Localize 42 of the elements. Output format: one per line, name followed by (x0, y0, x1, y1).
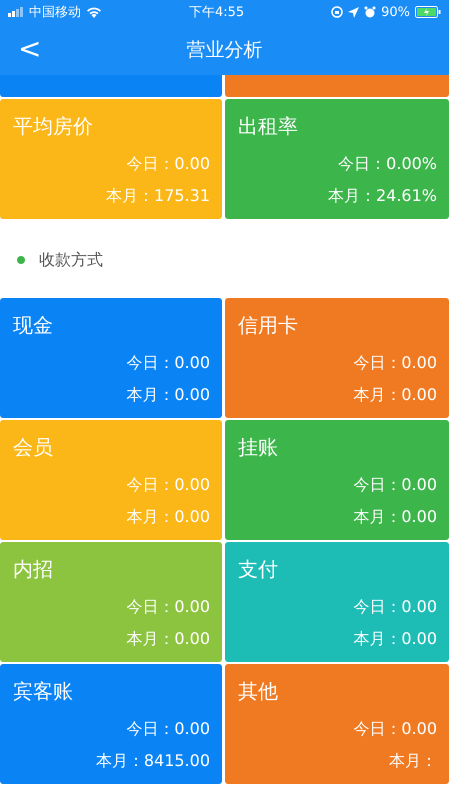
location-icon (348, 6, 360, 18)
card-value: 今日：0.00% (338, 153, 437, 175)
card-title: 信用卡 (238, 312, 298, 339)
card-value: 本月：0.00 (126, 628, 210, 650)
card-title: 挂账 (238, 434, 278, 461)
page-title: 营业分析 (186, 38, 262, 62)
lock-rotation-icon (331, 6, 344, 18)
status-time: 下午4:55 (188, 4, 244, 21)
card-title: 其他 (238, 678, 278, 705)
carrier-name: 中国移动 (29, 4, 81, 21)
alarm-icon (364, 6, 376, 18)
card-value: 今日：0.00 (353, 474, 437, 496)
card-title: 支付 (238, 556, 278, 583)
card-title: 内招 (13, 556, 53, 583)
card-value: 本月：8415.00 (96, 750, 210, 772)
section-title: 收款方式 (39, 250, 103, 270)
card-title: 平均房价 (13, 113, 93, 140)
card-value: 本月： (389, 750, 437, 772)
wifi-icon (86, 6, 102, 18)
battery-percent: 90% (381, 4, 410, 20)
card-title: 现金 (13, 312, 53, 339)
card-value: 今日：0.00 (126, 153, 210, 175)
back-button[interactable]: < (12, 32, 48, 65)
card-value: 本月：0.00 (126, 506, 210, 528)
card-value: 今日：0.00 (353, 596, 437, 618)
card-value: 本月：24.61% (328, 185, 437, 207)
card-title: 会员 (13, 434, 53, 461)
card-value: 本月：0.00 (353, 628, 437, 650)
card-title: 出租率 (238, 113, 298, 140)
card-value: 今日：0.00 (126, 718, 210, 740)
card-value: 本月：0.00 (126, 384, 210, 406)
card-value: 本月：175.31 (106, 185, 210, 207)
card-value: 今日：0.00 (126, 352, 210, 374)
card-value: 本月：0.00 (353, 506, 437, 528)
card-title: 宾客账 (13, 678, 73, 705)
signal-icon (8, 7, 24, 17)
battery-icon (414, 6, 441, 18)
card-value: 今日：0.00 (126, 596, 210, 618)
card-value: 今日：0.00 (353, 352, 437, 374)
card-value: 今日：0.00 (353, 718, 437, 740)
card-value: 今日：0.00 (126, 474, 210, 496)
card-value: 本月：0.00 (353, 384, 437, 406)
